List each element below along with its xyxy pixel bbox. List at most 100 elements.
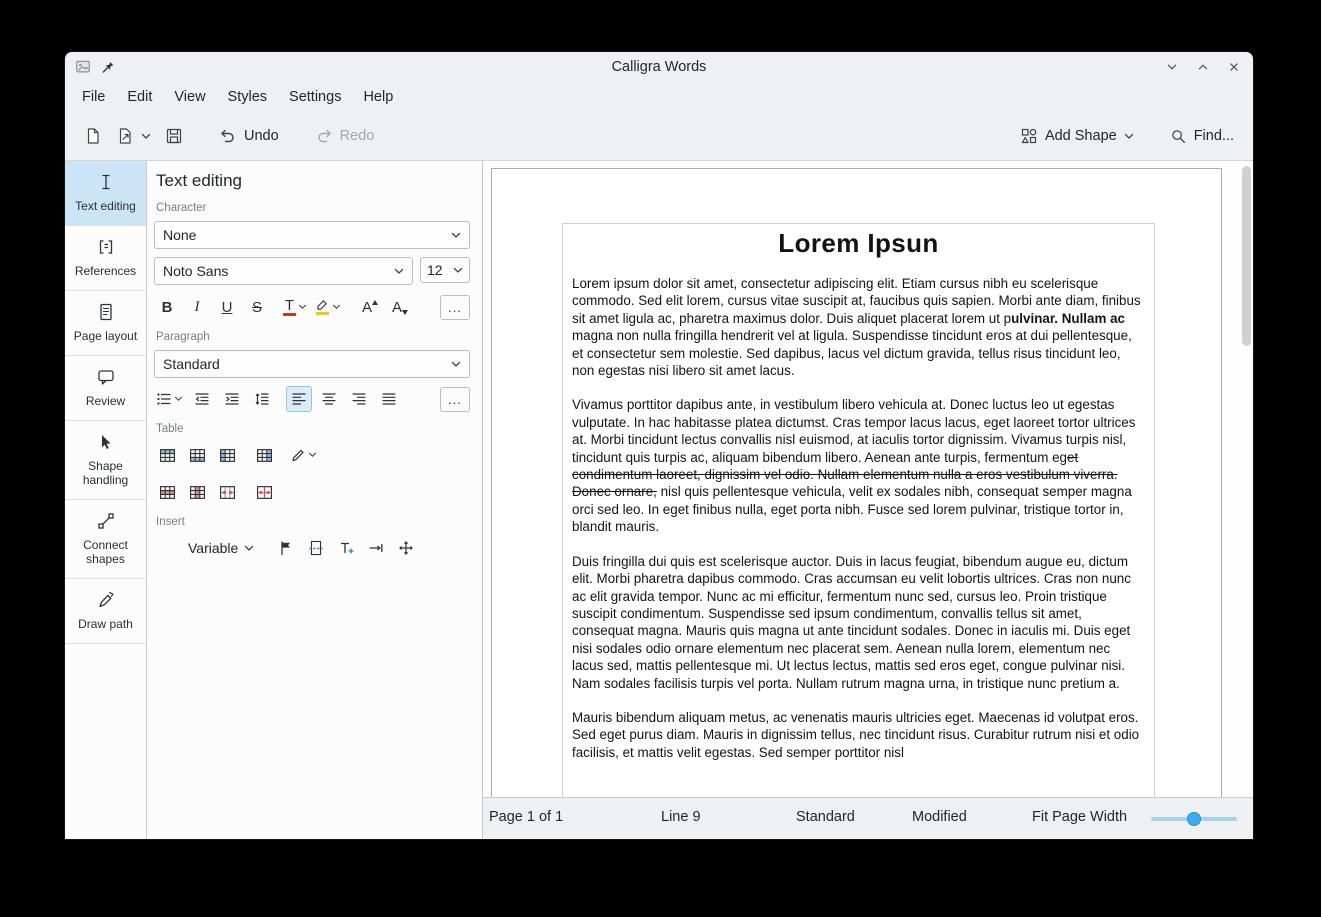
chevron-down-icon bbox=[451, 361, 461, 368]
undo-button[interactable]: Undo bbox=[212, 121, 286, 151]
find-label: Find... bbox=[1194, 128, 1234, 144]
titlebar[interactable]: Calligra Words bbox=[65, 52, 1253, 82]
save-button[interactable] bbox=[158, 121, 190, 151]
sidebar-item-shape-handling[interactable]: Shape handling bbox=[65, 421, 146, 500]
page-layout-icon bbox=[96, 302, 116, 322]
line-spacing-button[interactable] bbox=[249, 386, 275, 412]
text-run[interactable]: Vivamus porttitor dapibus ante, in vesti… bbox=[572, 397, 1135, 464]
sidebar-item-draw-path[interactable]: Draw path bbox=[65, 579, 146, 644]
align-justify-button[interactable] bbox=[376, 386, 402, 412]
merge-cells-button[interactable] bbox=[214, 479, 240, 505]
text-run[interactable]: magna non nulla fringilla hendrerit vel … bbox=[572, 328, 1132, 378]
merge-cells-icon bbox=[219, 484, 236, 501]
insert-bookmark-button[interactable] bbox=[273, 535, 299, 561]
chevron-down-icon bbox=[451, 232, 461, 239]
open-document-button[interactable] bbox=[109, 121, 158, 151]
new-document-button[interactable] bbox=[77, 121, 109, 151]
redo-label: Redo bbox=[340, 128, 375, 144]
insert-column-right-button[interactable] bbox=[251, 442, 277, 468]
character-style-select[interactable]: None bbox=[154, 221, 470, 249]
window-shade-button[interactable] bbox=[1163, 58, 1181, 76]
delete-column-button[interactable] bbox=[184, 479, 210, 505]
window-maximize-button[interactable] bbox=[1194, 58, 1212, 76]
menu-view[interactable]: View bbox=[163, 85, 216, 109]
list-style-button[interactable] bbox=[154, 386, 185, 412]
insert-character-button[interactable] bbox=[333, 535, 359, 561]
text-run[interactable]: Duis fringilla dui quis est scelerisque … bbox=[572, 554, 1131, 691]
delete-row-button[interactable] bbox=[154, 479, 180, 505]
sidebar-item-references[interactable]: References bbox=[65, 226, 146, 291]
document-paragraph[interactable]: Vivamus porttitor dapibus ante, in vesti… bbox=[572, 396, 1145, 535]
insert-anchor-button[interactable] bbox=[393, 535, 419, 561]
pin-icon[interactable] bbox=[100, 60, 115, 75]
zoom-mode-button[interactable]: Fit Page Width bbox=[1032, 809, 1127, 825]
strikethrough-button[interactable]: S bbox=[244, 294, 270, 320]
menu-file[interactable]: File bbox=[71, 85, 116, 109]
bookmark-flag-icon bbox=[278, 540, 294, 556]
split-cells-button[interactable] bbox=[251, 479, 277, 505]
document-canvas[interactable]: Lorem Ipsun Lorem ipsum dolor sit amet, … bbox=[483, 161, 1253, 797]
menu-settings[interactable]: Settings bbox=[278, 85, 352, 109]
character-more-button[interactable]: ... bbox=[440, 295, 470, 320]
paragraph-style-select[interactable]: Standard bbox=[154, 350, 470, 378]
tab-stop-icon bbox=[368, 540, 384, 556]
zoom-slider-handle[interactable] bbox=[1187, 812, 1201, 826]
zoom-slider-track[interactable] bbox=[1151, 817, 1237, 821]
increase-indent-button[interactable] bbox=[219, 386, 245, 412]
sidebar-item-text-editing[interactable]: Text editing bbox=[65, 161, 146, 226]
review-icon bbox=[96, 367, 116, 387]
font-size-select[interactable]: 12 bbox=[420, 257, 470, 283]
document-paragraph[interactable]: Mauris bibendum aliquam metus, ac venena… bbox=[572, 709, 1145, 761]
menu-edit[interactable]: Edit bbox=[116, 85, 163, 109]
variable-dropdown-button[interactable]: Variable bbox=[180, 536, 262, 560]
subscript-button[interactable]: A bbox=[384, 294, 410, 320]
decrease-indent-button[interactable] bbox=[189, 386, 215, 412]
document-paragraph[interactable]: Lorem ipsum dolor sit amet, consectetur … bbox=[572, 275, 1145, 379]
menu-styles[interactable]: Styles bbox=[217, 85, 279, 109]
document-page[interactable]: Lorem Ipsun Lorem ipsum dolor sit amet, … bbox=[491, 168, 1222, 797]
window-title: Calligra Words bbox=[65, 59, 1253, 75]
sidebar-item-connect-shapes[interactable]: Connect shapes bbox=[65, 500, 146, 579]
text-run[interactable]: ulvinar. Nullam ac bbox=[1011, 311, 1125, 326]
underline-button[interactable]: U bbox=[214, 294, 240, 320]
text-run[interactable]: Mauris bibendum aliquam metus, ac venena… bbox=[572, 710, 1139, 760]
redo-button[interactable]: Redo bbox=[308, 121, 382, 151]
open-dropdown-arrow-icon bbox=[141, 133, 151, 140]
highlight-color-button[interactable] bbox=[313, 294, 343, 320]
text-color-button[interactable]: T bbox=[281, 294, 309, 320]
paragraph-more-button[interactable]: ... bbox=[440, 387, 470, 412]
document-heading[interactable]: Lorem Ipsun bbox=[572, 228, 1145, 259]
bold-button[interactable]: B bbox=[154, 294, 180, 320]
document-paragraphs[interactable]: Lorem ipsum dolor sit amet, consectetur … bbox=[572, 275, 1145, 761]
delete-row-icon bbox=[159, 484, 176, 501]
window-close-button[interactable] bbox=[1225, 58, 1243, 76]
subscript-icon: A bbox=[392, 299, 402, 316]
font-family-select[interactable]: Noto Sans bbox=[154, 257, 413, 285]
text-color-icon: T bbox=[283, 299, 296, 316]
table-border-pen-button[interactable] bbox=[288, 442, 319, 468]
sidebar-item-review[interactable]: Review bbox=[65, 356, 146, 421]
find-button[interactable]: Find... bbox=[1163, 122, 1241, 151]
italic-button[interactable]: I bbox=[184, 294, 210, 320]
add-shape-button[interactable]: Add Shape bbox=[1013, 121, 1141, 151]
insert-tab-stop-button[interactable] bbox=[363, 535, 389, 561]
menu-help[interactable]: Help bbox=[352, 85, 404, 109]
align-center-button[interactable] bbox=[316, 386, 342, 412]
align-left-button[interactable] bbox=[286, 386, 312, 412]
document-paragraph[interactable]: Duis fringilla dui quis est scelerisque … bbox=[572, 553, 1145, 692]
superscript-button[interactable]: A bbox=[354, 294, 380, 320]
insert-column-left-button[interactable] bbox=[214, 442, 240, 468]
sidebar-item-page-layout[interactable]: Page layout bbox=[65, 291, 146, 356]
search-icon bbox=[1170, 128, 1187, 145]
add-shape-icon bbox=[1020, 127, 1038, 145]
insert-page-break-button[interactable] bbox=[303, 535, 329, 561]
style-indicator[interactable]: Standard bbox=[796, 809, 855, 825]
chevron-down-icon bbox=[394, 268, 404, 275]
text-frame[interactable]: Lorem Ipsun Lorem ipsum dolor sit amet, … bbox=[562, 223, 1155, 797]
insert-row-below-button[interactable] bbox=[184, 442, 210, 468]
insert-row-above-button[interactable] bbox=[154, 442, 180, 468]
chevron-down-icon bbox=[453, 267, 463, 274]
align-right-button[interactable] bbox=[346, 386, 372, 412]
vertical-scrollbar-thumb[interactable] bbox=[1242, 166, 1251, 346]
text-run[interactable]: nisl quis pellentesque vehicula, velit e… bbox=[572, 484, 1132, 534]
